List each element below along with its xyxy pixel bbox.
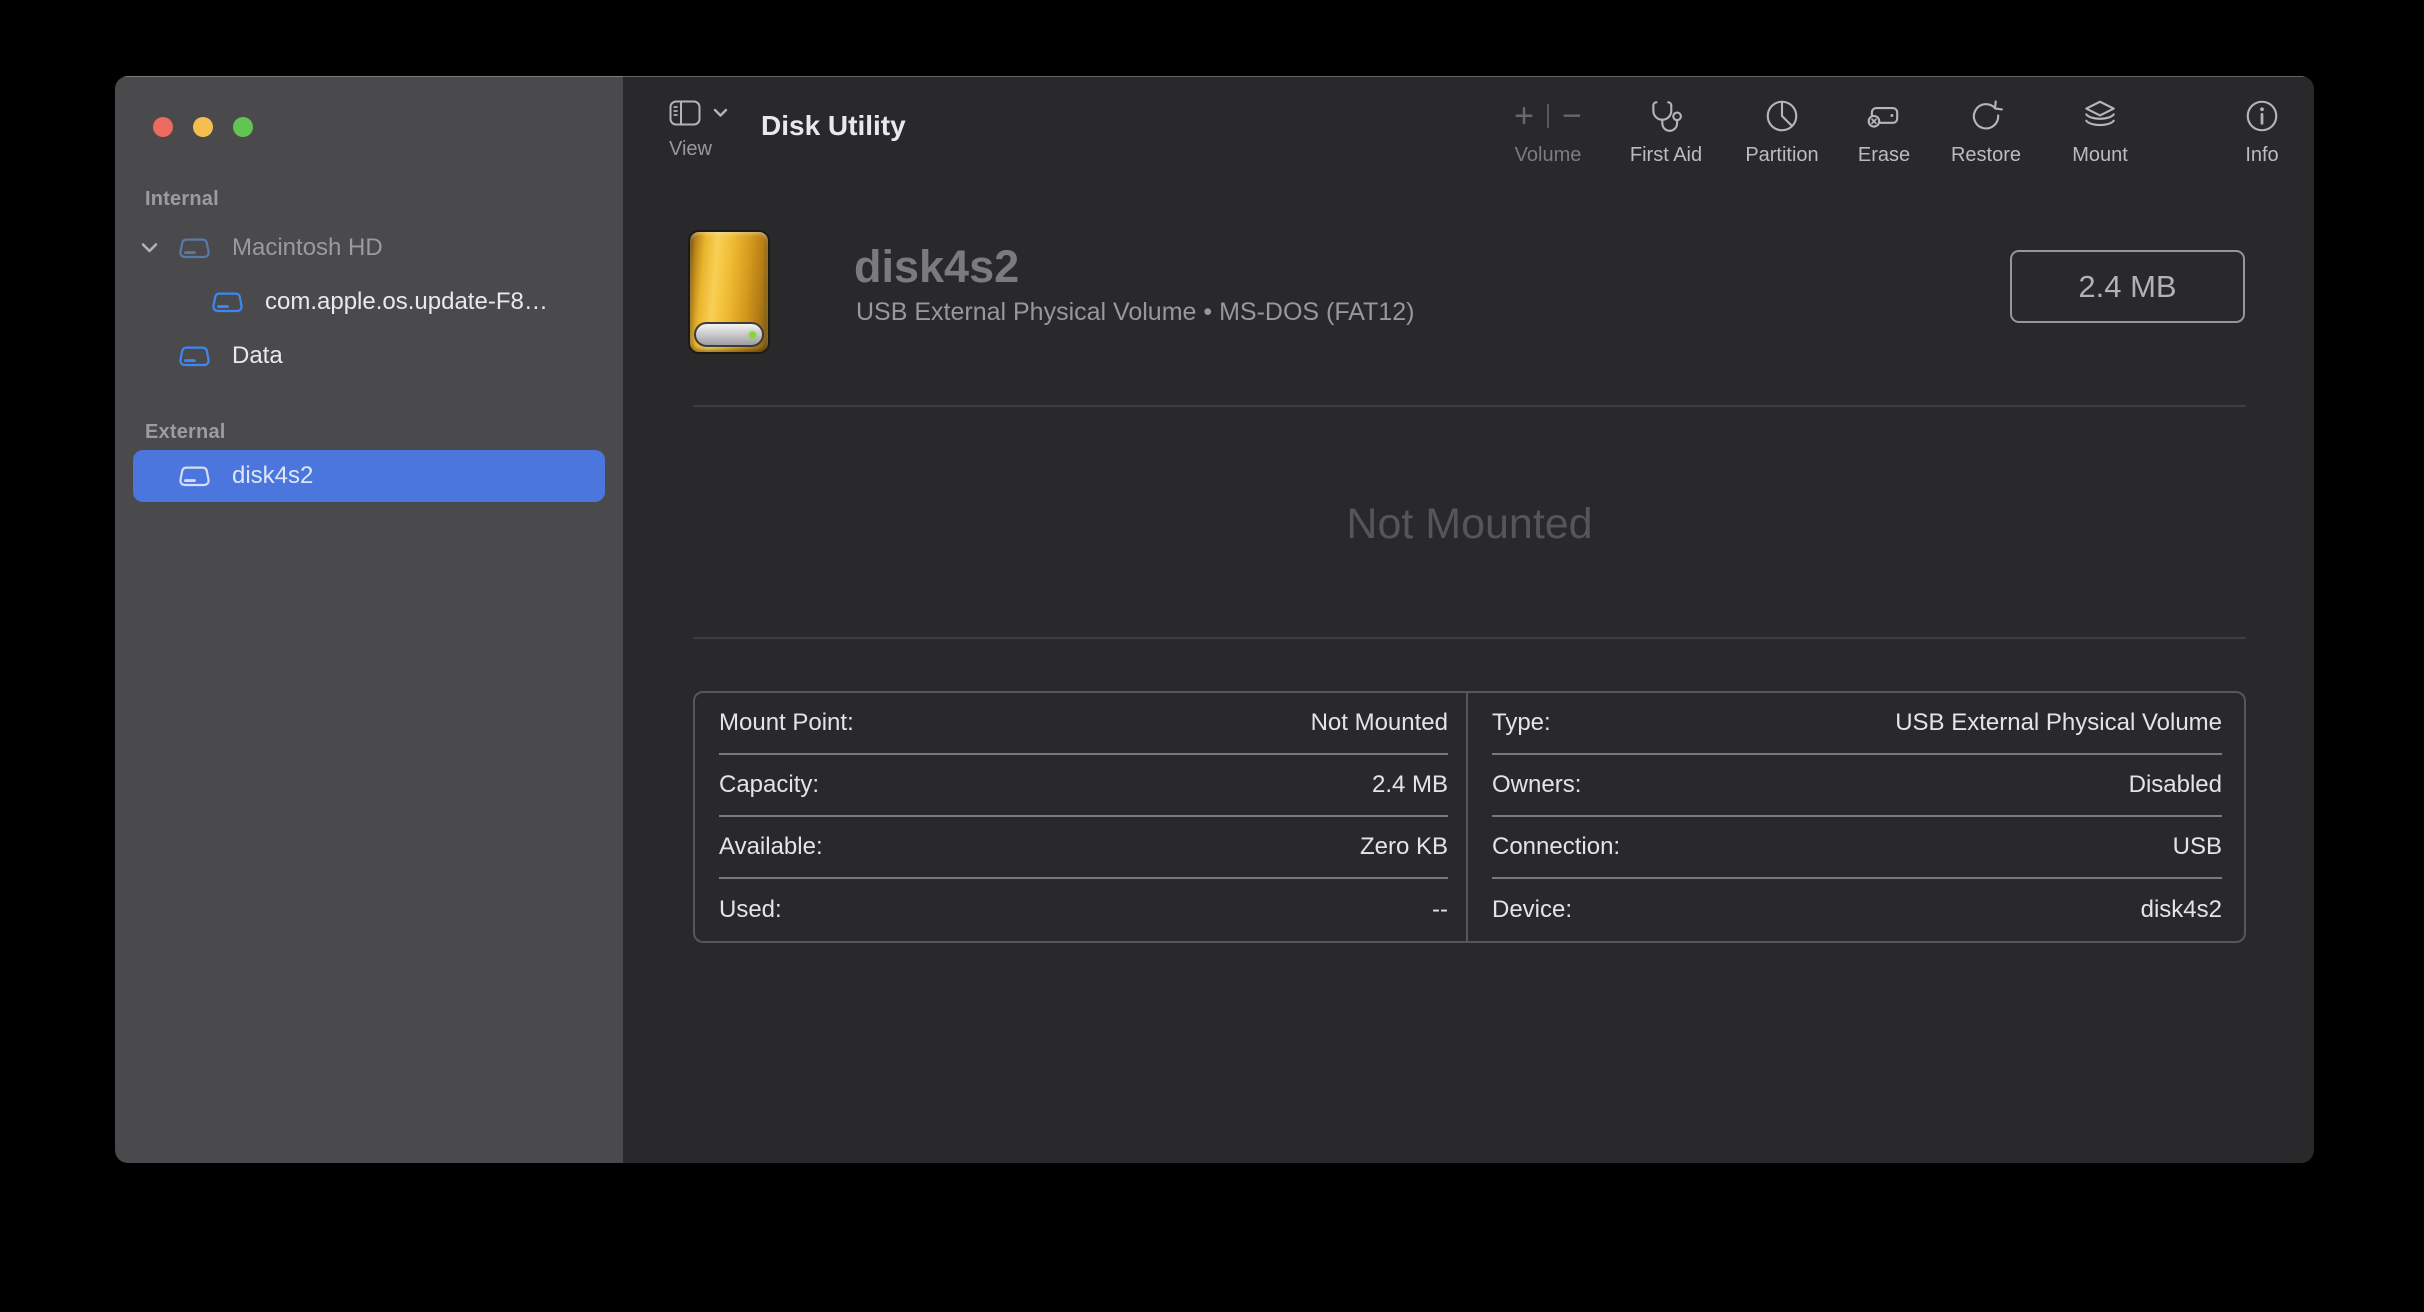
sidebar-section-internal: Internal	[145, 188, 219, 211]
chevron-down-icon	[713, 108, 728, 118]
sidebar-item-macintosh-hd[interactable]: Macintosh HD	[133, 222, 605, 274]
table-row: Capacity: 2.4 MB	[719, 755, 1448, 817]
volume-title: disk4s2	[854, 241, 1019, 293]
info-icon	[2187, 94, 2314, 138]
view-button-label: View	[669, 138, 728, 161]
volume-details-table: Mount Point: Not Mounted Capacity: 2.4 M…	[693, 691, 2246, 943]
traffic-lights	[153, 117, 253, 137]
main-content: View Disk Utility +− Volume First Aid	[623, 76, 2314, 1163]
view-button[interactable]: View	[669, 100, 728, 161]
sidebar-section-external: External	[145, 421, 226, 444]
sidebar-item-label: Macintosh HD	[232, 234, 383, 262]
disk-icon	[212, 290, 243, 315]
page-title: Disk Utility	[761, 110, 906, 142]
minimize-button[interactable]	[193, 117, 213, 137]
mount-status-text: Not Mounted	[693, 500, 2246, 549]
close-button[interactable]	[153, 117, 173, 137]
details-right-column: Type: USB External Physical Volume Owner…	[1466, 693, 2244, 941]
divider	[693, 405, 2246, 407]
table-row: Type: USB External Physical Volume	[1492, 693, 2222, 755]
sidebar-item-disk4s2[interactable]: disk4s2	[133, 450, 605, 502]
disk-utility-window: Internal Macintosh HD com.apple.os.updat	[115, 76, 2314, 1163]
disk-icon	[179, 236, 210, 261]
mount-button[interactable]: Mount	[2025, 94, 2175, 167]
table-row: Connection: USB	[1492, 817, 2222, 879]
volume-subtitle: USB External Physical Volume • MS-DOS (F…	[856, 298, 1414, 327]
sidebar-item-com-apple-os-update[interactable]: com.apple.os.update-F8…	[133, 276, 605, 328]
table-row: Available: Zero KB	[719, 817, 1448, 879]
disk-icon	[179, 464, 210, 489]
table-row: Mount Point: Not Mounted	[719, 693, 1448, 755]
disk-icon	[179, 344, 210, 369]
sidebar-item-data[interactable]: Data	[133, 330, 605, 382]
sidebar-item-label: com.apple.os.update-F8…	[265, 288, 548, 316]
info-button[interactable]: Info	[2187, 94, 2314, 167]
sidebar-item-label: Data	[232, 342, 283, 370]
mount-stack-icon	[2025, 94, 2175, 138]
drive-cap	[694, 322, 764, 347]
sidebar: Internal Macintosh HD com.apple.os.updat	[115, 76, 623, 1163]
table-row: Owners: Disabled	[1492, 755, 2222, 817]
details-left-column: Mount Point: Not Mounted Capacity: 2.4 M…	[695, 693, 1466, 941]
external-drive-image	[690, 232, 768, 352]
table-row: Device: disk4s2	[1492, 879, 2222, 941]
table-row: Used: --	[719, 879, 1448, 941]
sidebar-item-label: disk4s2	[232, 462, 313, 490]
sidebar-toggle-icon	[669, 100, 701, 126]
zoom-button[interactable]	[233, 117, 253, 137]
chevron-down-icon[interactable]	[141, 243, 158, 254]
size-badge: 2.4 MB	[2010, 250, 2245, 323]
divider	[693, 637, 2246, 639]
drive-led	[749, 331, 756, 338]
